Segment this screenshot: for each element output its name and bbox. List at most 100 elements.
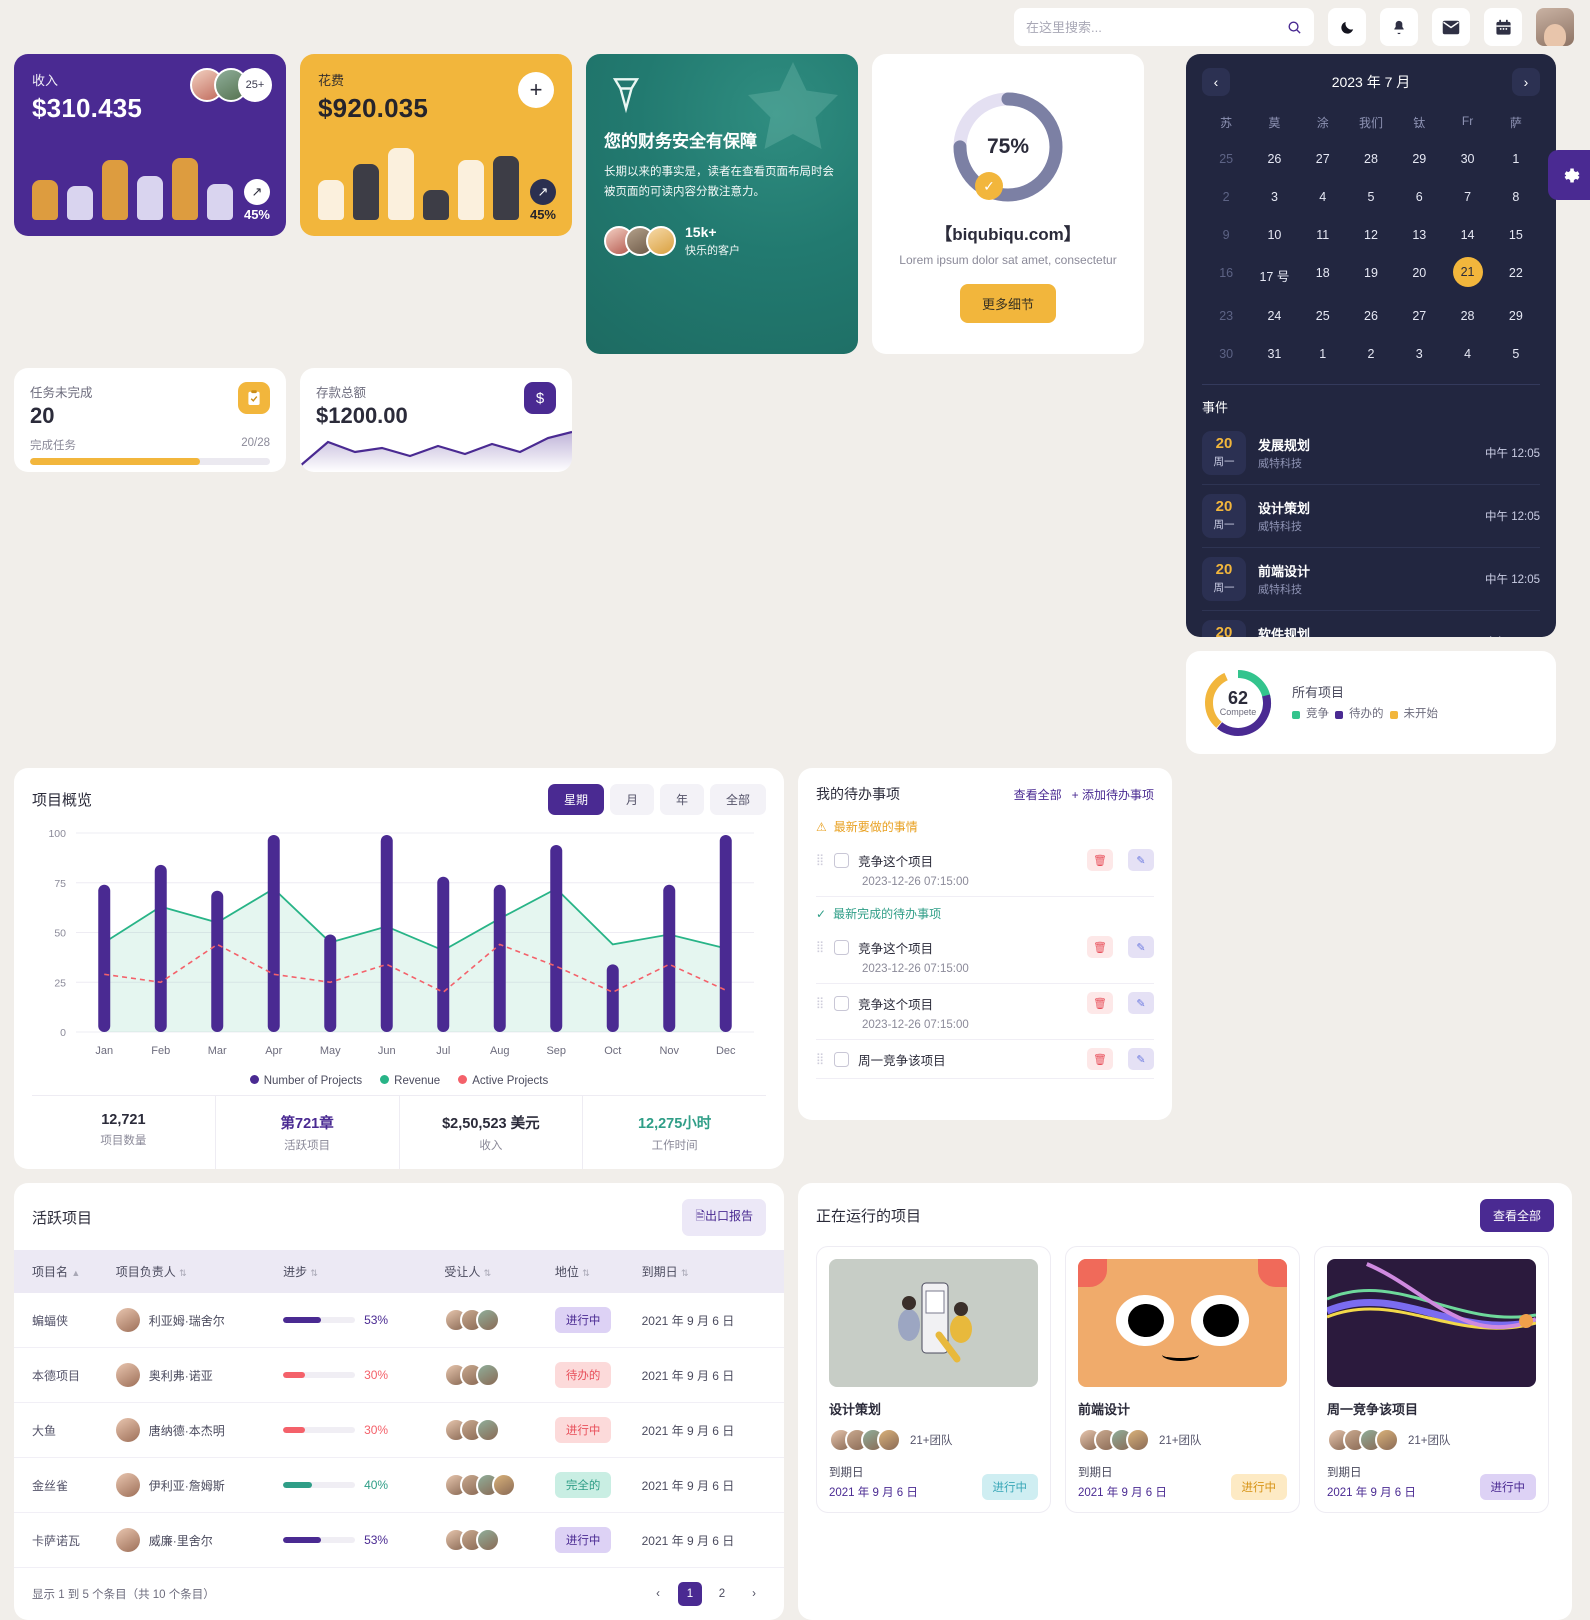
drag-handle-icon[interactable]: ⣿ — [816, 997, 825, 1008]
sort-icon[interactable]: ⇅ — [179, 1268, 187, 1278]
calendar-icon[interactable] — [1484, 8, 1522, 46]
table-row[interactable]: 大鱼 唐纳德·本杰明 30% 进行中 2021 年 9 月 6 日 — [14, 1402, 784, 1458]
calendar-day[interactable]: 29 — [1395, 143, 1443, 175]
bell-icon[interactable] — [1380, 8, 1418, 46]
calendar-day[interactable]: 17 号 — [1250, 257, 1298, 294]
dark-mode-icon[interactable] — [1328, 8, 1366, 46]
add-expense-button[interactable]: + — [518, 72, 554, 108]
drag-handle-icon[interactable]: ⣿ — [816, 854, 825, 865]
calendar-day[interactable]: 31 — [1250, 338, 1298, 370]
calendar-day[interactable]: 10 — [1250, 219, 1298, 251]
calendar-day[interactable]: 9 — [1202, 219, 1250, 251]
more-details-button[interactable]: 更多细节 — [959, 284, 1056, 324]
page-prev-button[interactable]: ‹ — [646, 1582, 670, 1606]
chart-period-tabs[interactable]: 星期月年全部 — [547, 784, 766, 815]
calendar-event[interactable]: 20周一软件规划威特科技中午 12:05 — [1202, 611, 1540, 637]
trash-icon[interactable]: 🗑 — [1087, 849, 1113, 871]
trash-icon[interactable]: 🗑 — [1087, 992, 1113, 1014]
todo-item[interactable]: ⣿ 周一竞争该项目 🗑 ✎ — [816, 1040, 1154, 1079]
revenue-avatar-more[interactable]: 25+ — [238, 68, 272, 102]
calendar-day[interactable]: 4 — [1443, 338, 1491, 370]
calendar-day[interactable]: 3 — [1395, 338, 1443, 370]
calendar-day[interactable]: 23 — [1202, 300, 1250, 332]
sort-icon[interactable]: ⇅ — [582, 1268, 590, 1278]
calendar-day[interactable]: 2 — [1347, 338, 1395, 370]
pencil-icon[interactable]: ✎ — [1128, 936, 1154, 958]
sort-icon[interactable]: ▲ — [71, 1268, 80, 1278]
sort-icon[interactable]: ⇅ — [681, 1268, 689, 1278]
calendar-day[interactable]: 19 — [1347, 257, 1395, 294]
table-column-项目名[interactable]: 项目名 ▲ — [14, 1250, 116, 1293]
table-column-项目负责人[interactable]: 项目负责人 ⇅ — [115, 1250, 284, 1293]
trash-icon[interactable]: 🗑 — [1087, 1048, 1113, 1070]
calendar-event[interactable]: 20 周一 设计策划 威特科技 中午 12:05 — [1202, 485, 1540, 548]
running-project-card[interactable]: 周一竞争该项目 21+团队 到期日 2021 年 9 月 6 日 进行中 — [1314, 1246, 1549, 1513]
calendar-day[interactable]: 30 — [1202, 338, 1250, 370]
calendar-event[interactable]: 20 周一 发展规划 威特科技 中午 12:05 — [1202, 422, 1540, 485]
calendar-day[interactable]: 24 — [1250, 300, 1298, 332]
chart-tab-星期[interactable]: 星期 — [547, 784, 604, 815]
calendar-day[interactable]: 1 — [1492, 143, 1540, 175]
chart-legend-item[interactable]: Active Projects — [458, 1075, 548, 1087]
promo-card[interactable]: 您的财务安全有保障 长期以来的事实是，读者在查看页面布局时会被页面的可读内容分散… — [586, 54, 858, 354]
table-column-进步[interactable]: 进步 ⇅ — [283, 1250, 445, 1293]
calendar-day[interactable]: 28 — [1443, 300, 1491, 332]
todo-item[interactable]: ⣿ 竞争这个项目 🗑 ✎ 2023-12-26 07:15:00 — [816, 984, 1154, 1040]
table-column-地位[interactable]: 地位 ⇅ — [554, 1250, 642, 1293]
table-row[interactable]: 金丝雀 伊利亚·詹姆斯 40% 完全的 2021 年 9 月 6 日 — [14, 1457, 784, 1513]
chart-tab-月[interactable]: 月 — [609, 784, 654, 815]
sort-icon[interactable]: ⇅ — [310, 1268, 318, 1278]
calendar-day[interactable]: 6 — [1395, 181, 1443, 213]
pencil-icon[interactable]: ✎ — [1128, 992, 1154, 1014]
running-view-all-button[interactable]: 查看全部 — [1479, 1199, 1554, 1232]
calendar-day[interactable]: 1 — [1299, 338, 1347, 370]
calendar-day[interactable]: 28 — [1347, 143, 1395, 175]
todo-checkbox[interactable] — [834, 995, 850, 1011]
expense-card[interactable]: 花费 $920.035 + ↗ 45% — [300, 54, 572, 236]
running-project-card[interactable]: 设计策划 21+团队 到期日 2021 年 9 月 6 日 进行中 — [816, 1246, 1051, 1513]
calendar-day[interactable]: 15 — [1492, 219, 1540, 251]
revenue-avatars[interactable]: 25+ — [190, 68, 272, 102]
calendar-next-button[interactable]: › — [1511, 68, 1540, 96]
page-button-1[interactable]: 1 — [678, 1582, 702, 1606]
chart-legend-item[interactable]: Revenue — [380, 1075, 440, 1087]
running-project-card[interactable]: 前端设计 21+团队 到期日 2021 年 9 月 6 日 进行中 — [1065, 1246, 1300, 1513]
pencil-icon[interactable]: ✎ — [1128, 1048, 1154, 1070]
calendar-day[interactable]: 18 — [1299, 257, 1347, 294]
calendar-event[interactable]: 20 周一 前端设计 威特科技 中午 12:05 — [1202, 548, 1540, 611]
calendar-day[interactable]: 3 — [1250, 181, 1298, 213]
calendar-day[interactable]: 27 — [1395, 300, 1443, 332]
avatar[interactable] — [1536, 8, 1574, 46]
todo-checkbox[interactable] — [834, 1051, 850, 1067]
todo-item[interactable]: ⣿ 竞争这个项目 🗑 ✎ 2023-12-26 07:15:00 — [816, 928, 1154, 984]
search-box[interactable] — [1014, 8, 1314, 46]
todo-add-link[interactable]: + 添加待办事项 — [1072, 786, 1154, 803]
chart-tab-年[interactable]: 年 — [659, 784, 704, 815]
table-head-row[interactable]: 项目名 ▲ 项目负责人 ⇅ 进步 ⇅ 受让人 ⇅ 地位 ⇅ 到期日 ⇅ — [14, 1250, 784, 1293]
calendar-day[interactable]: 16 — [1202, 257, 1250, 294]
todo-view-all-link[interactable]: 查看全部 — [1014, 786, 1062, 803]
calendar-day[interactable]: 7 — [1443, 181, 1491, 213]
calendar-day[interactable]: 11 — [1299, 219, 1347, 251]
table-column-受让人[interactable]: 受让人 ⇅ — [444, 1250, 555, 1293]
calendar-day[interactable]: 20 — [1395, 257, 1443, 294]
calendar-day[interactable]: 5 — [1347, 181, 1395, 213]
export-report-button[interactable]: 🗎出口报告 — [682, 1199, 766, 1236]
table-column-到期日[interactable]: 到期日 ⇅ — [641, 1250, 784, 1293]
calendar-day[interactable]: 30 — [1443, 143, 1491, 175]
todo-checkbox[interactable] — [834, 852, 850, 868]
todo-item[interactable]: ⣿ 竞争这个项目 🗑 ✎ 2023-12-26 07:15:00 — [816, 841, 1154, 897]
calendar-day[interactable]: 27 — [1299, 143, 1347, 175]
page-next-button[interactable]: › — [742, 1582, 766, 1606]
calendar-day-selected[interactable]: 21 — [1452, 257, 1483, 287]
calendar-day[interactable]: 22 — [1492, 257, 1540, 294]
calendar-day[interactable]: 26 — [1250, 143, 1298, 175]
chart-legend-item[interactable]: Number of Projects — [249, 1075, 362, 1087]
page-button-2[interactable]: 2 — [710, 1582, 734, 1606]
calendar-day[interactable]: 8 — [1492, 181, 1540, 213]
sort-icon[interactable]: ⇅ — [484, 1268, 492, 1278]
calendar-day[interactable]: 4 — [1299, 181, 1347, 213]
calendar-grid[interactable]: 苏莫涂我们钛 Fr 萨 25 26 27 28 29 30 1 2 3 4 5 6 7 8 9 10 11 12 13 14… — [1202, 108, 1540, 370]
todo-checkbox[interactable] — [834, 939, 850, 955]
pencil-icon[interactable]: ✎ — [1128, 849, 1154, 871]
